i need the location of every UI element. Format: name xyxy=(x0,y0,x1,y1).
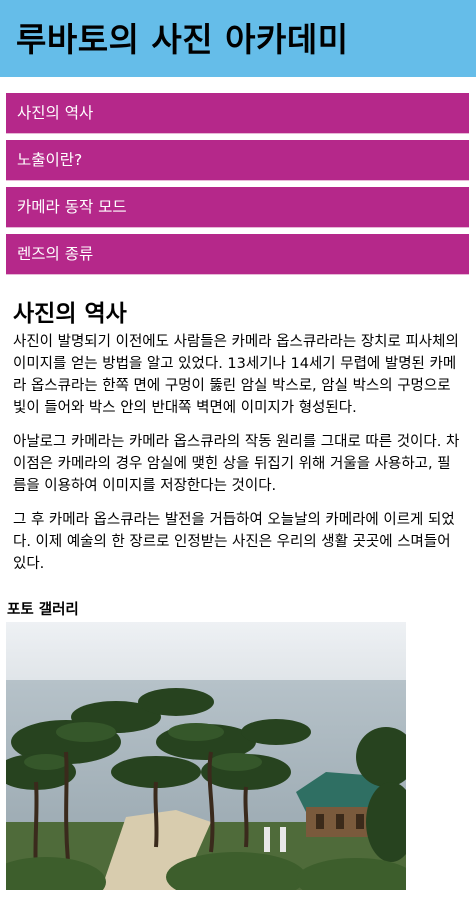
main-nav: 사진의 역사 노출이란? 카메라 동작 모드 렌즈의 종류 xyxy=(0,77,476,275)
article-paragraph-3: 그 후 카메라 옵스큐라는 발전을 거듭하여 오늘날의 카메라에 이르게 되었다… xyxy=(13,512,455,572)
nav-item-history[interactable]: 사진의 역사 xyxy=(6,93,469,134)
article: 사진의 역사 사진이 발명되기 이전에도 사람들은 카메라 옵스큐라라는 장치로… xyxy=(0,299,476,575)
nav-item-camera-modes[interactable]: 카메라 동작 모드 xyxy=(6,187,469,228)
nav-item-exposure[interactable]: 노출이란? xyxy=(6,140,469,181)
article-paragraph-2: 아날로그 카메라는 카메라 옵스큐라의 작동 원리를 그대로 따른 것이다. 차… xyxy=(13,434,460,494)
nav-item-lens-types[interactable]: 렌즈의 종류 xyxy=(6,234,469,275)
site-header: 루바토의 사진 아카데미 xyxy=(0,0,476,77)
article-paragraph-1: 사진이 발명되기 이전에도 사람들은 카메라 옵스큐라라는 장치로 피사체의 이… xyxy=(13,334,459,416)
article-title: 사진의 역사 xyxy=(13,301,127,327)
gallery-title: 포토 갤러리 xyxy=(7,602,79,618)
gallery-photo xyxy=(6,622,406,890)
site-title: 루바토의 사진 아카데미 xyxy=(16,20,349,59)
